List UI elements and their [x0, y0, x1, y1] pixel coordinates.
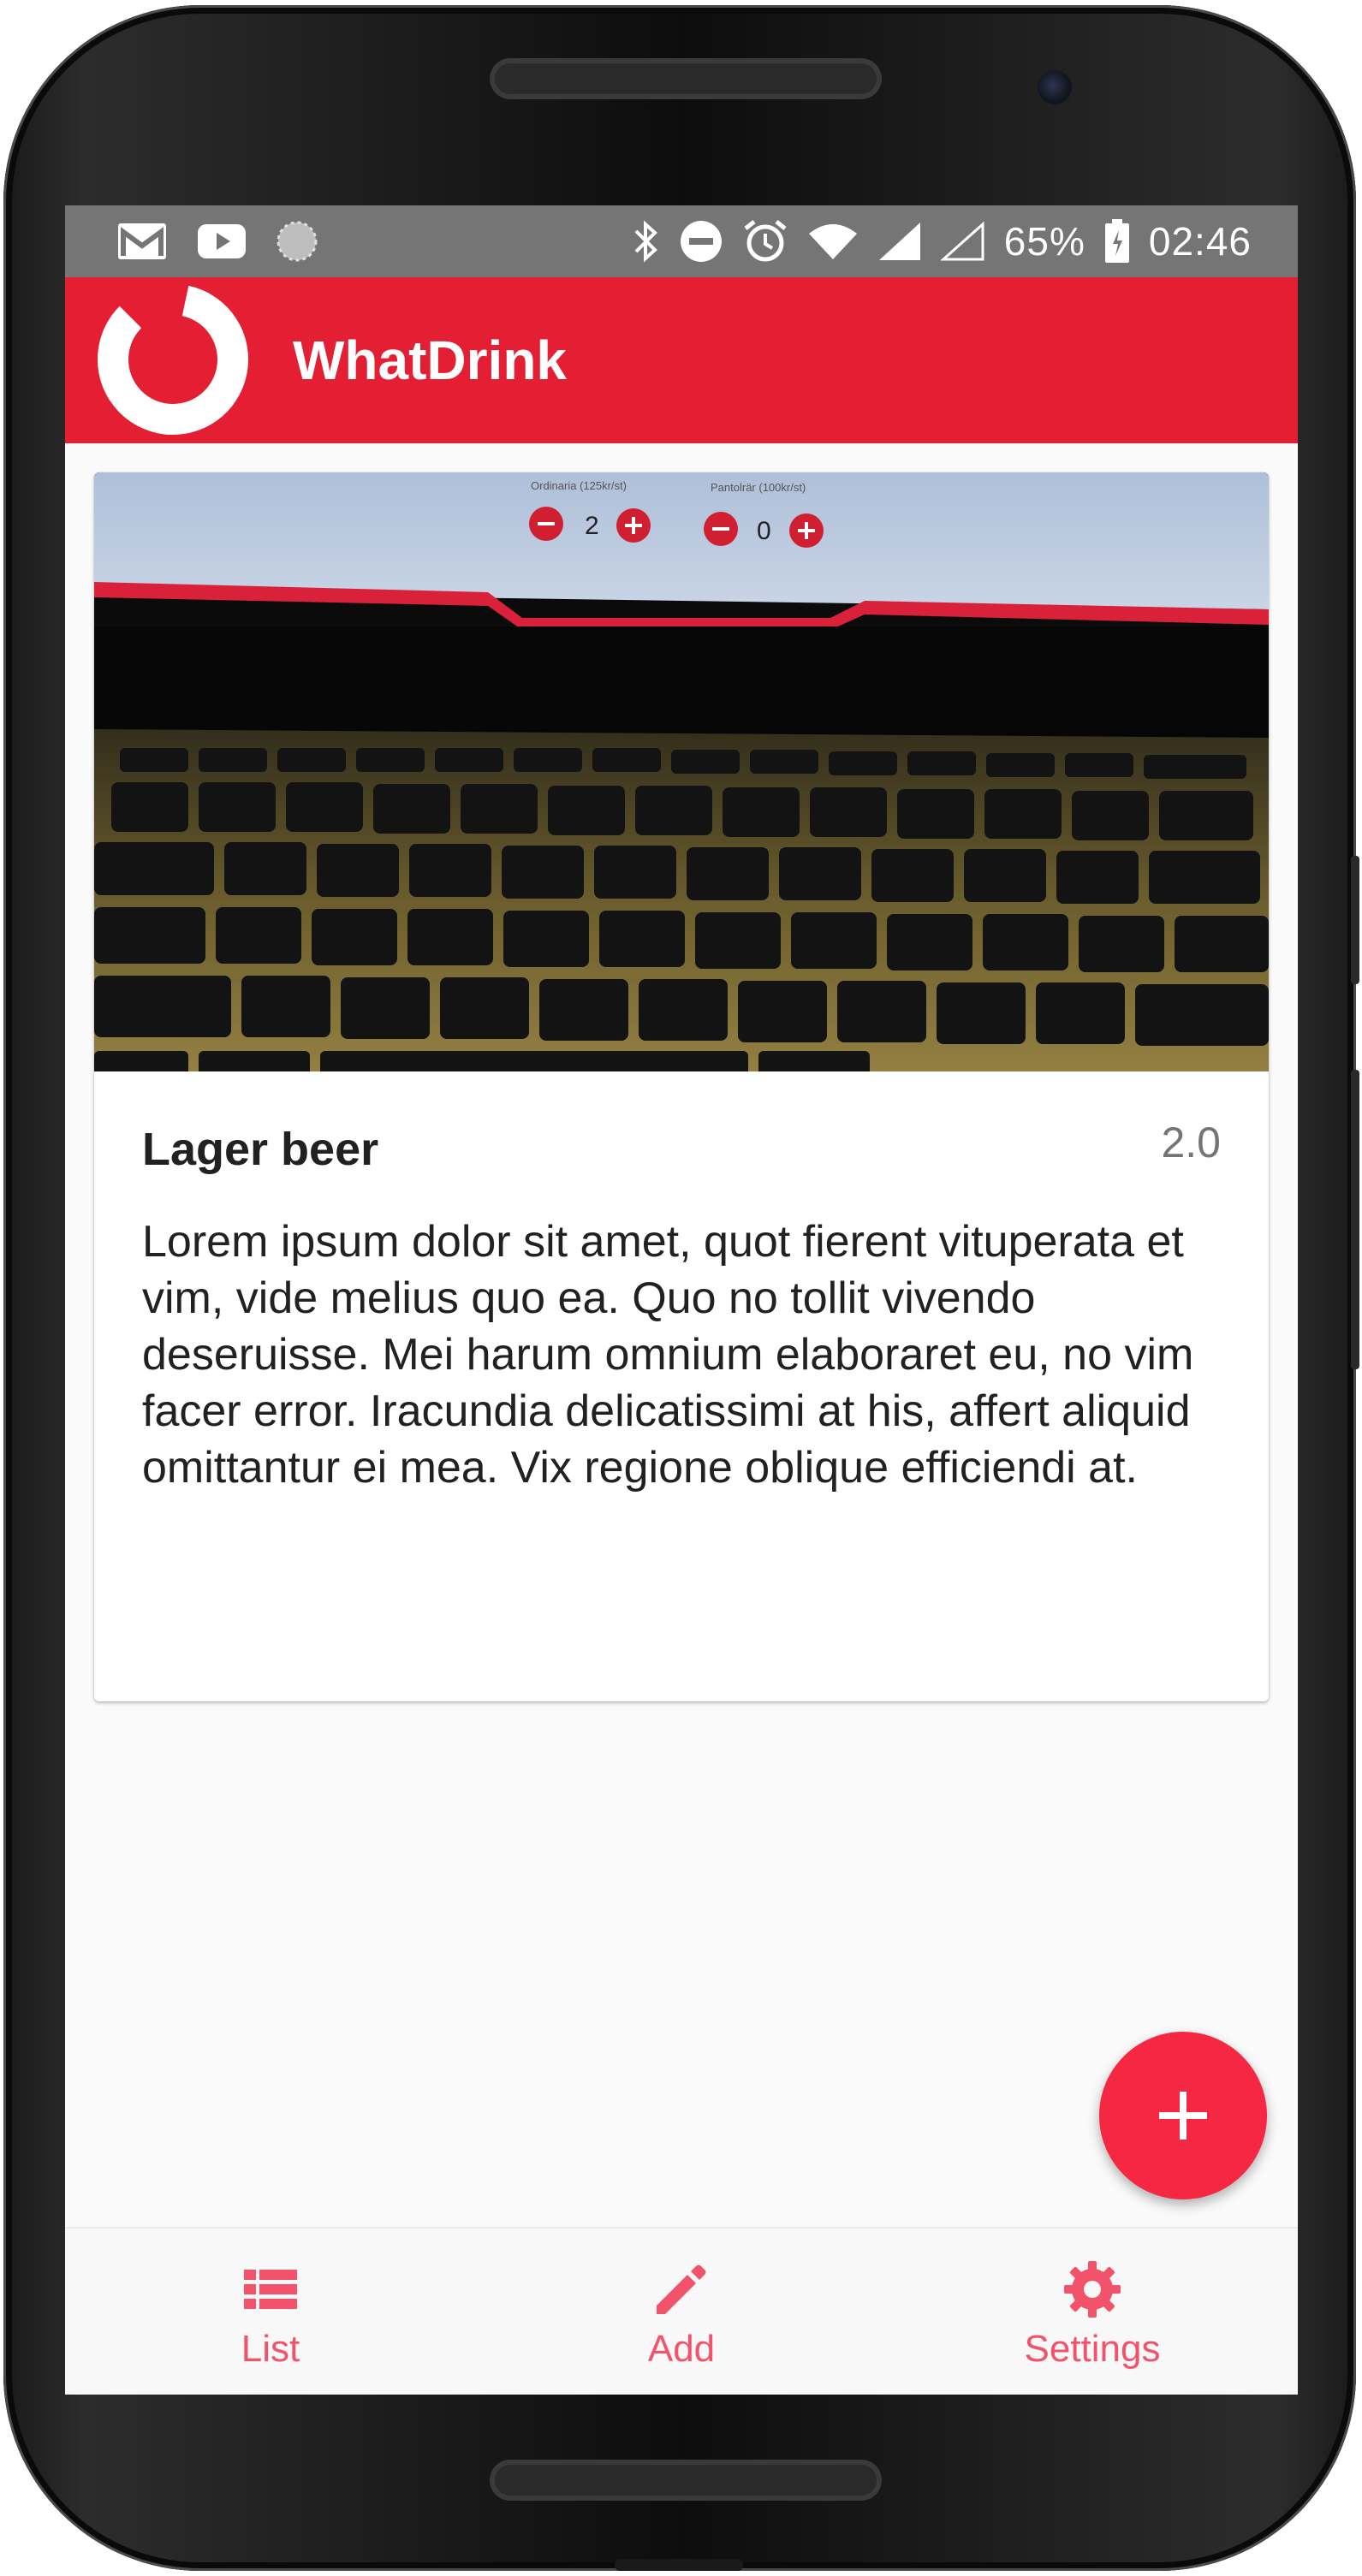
front-camera	[1038, 70, 1072, 104]
do-not-disturb-icon	[680, 221, 722, 262]
nav-label-settings: Settings	[1024, 2328, 1161, 2370]
earpiece-speaker	[495, 63, 877, 94]
drink-card[interactable]: Ordinaria (125kr/st) Pantolrär (100kr/st…	[94, 472, 1269, 1701]
power-button	[1351, 1070, 1359, 1369]
drink-description: Lorem ipsum dolor sit amet, quot fierent…	[142, 1217, 1194, 1493]
app-logo-ring-icon	[98, 284, 248, 435]
nav-item-add[interactable]: Add	[476, 2229, 887, 2395]
status-right-icons: 65% 02:46	[631, 216, 1252, 267]
add-fab-button[interactable]	[1099, 2032, 1267, 2199]
svg-text:0: 0	[757, 517, 771, 545]
gear-icon	[1064, 2261, 1121, 2318]
volume-button	[1351, 856, 1359, 984]
alarm-icon	[744, 220, 787, 262]
svg-text:Ordinaria (125kr/st): Ordinaria (125kr/st)	[531, 479, 627, 492]
nav-item-settings[interactable]: Settings	[887, 2229, 1298, 2395]
bluetooth-icon	[634, 220, 657, 263]
nav-item-list[interactable]: List	[65, 2229, 476, 2395]
list-icon	[244, 2270, 297, 2309]
svg-text:2: 2	[585, 512, 599, 540]
youtube-icon	[198, 224, 246, 258]
cell-signal-empty-icon	[940, 221, 984, 261]
status-left-icons	[116, 219, 318, 264]
status-bar: 65% 02:46	[65, 205, 1298, 277]
drink-name: Lager beer	[142, 1124, 379, 1175]
bottom-speaker	[495, 2465, 877, 2496]
battery-percent: 65%	[1003, 219, 1085, 264]
gmail-icon	[118, 223, 166, 259]
plus-icon	[1159, 2092, 1207, 2140]
bottom-navigation: List Add Settings	[65, 2227, 1298, 2395]
wifi-icon	[808, 224, 857, 259]
laptop-keyboard-photo: Ordinaria (125kr/st) Pantolrär (100kr/st…	[94, 472, 1269, 1071]
app-bar: WhatDrink	[65, 277, 1298, 443]
app-title: WhatDrink	[293, 329, 567, 391]
clock: 02:46	[1148, 219, 1252, 264]
pencil-icon	[657, 2264, 706, 2314]
svg-text:Pantolrär (100kr/st): Pantolrär (100kr/st)	[711, 481, 806, 494]
nav-label-list: List	[241, 2328, 300, 2370]
battery-icon	[1104, 219, 1129, 263]
cell-signal-icon	[878, 223, 920, 260]
loading-icon	[277, 221, 318, 262]
drink-rating: 2.0	[1161, 1119, 1221, 1166]
usb-port	[615, 2559, 743, 2571]
nav-label-add: Add	[647, 2328, 716, 2370]
screen: 65% 02:46 WhatDrink Ordinaria (125kr/st)…	[65, 205, 1298, 2395]
